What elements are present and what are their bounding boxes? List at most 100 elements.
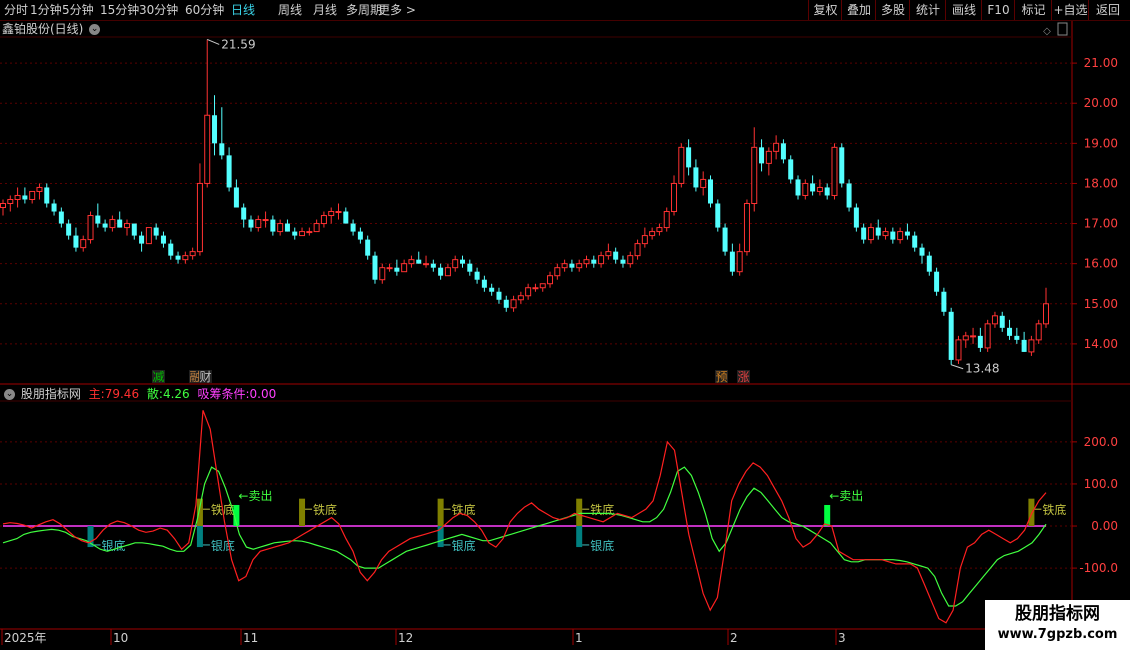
toolbar-action-6[interactable]: 标记: [1014, 0, 1052, 20]
candle-body-down: [350, 223, 356, 232]
candle-body-down: [693, 167, 699, 188]
candle-body-up: [255, 219, 262, 229]
price-tick-label: 16.00: [1084, 257, 1118, 271]
candle-body-down: [941, 291, 947, 312]
candle-body-up: [984, 323, 991, 349]
period-tab-4[interactable]: 30分钟: [139, 2, 178, 18]
candle-body-down: [102, 223, 108, 228]
period-tab-6[interactable]: 日线: [231, 2, 255, 18]
period-tab-5[interactable]: 60分钟: [185, 2, 224, 18]
candle-body-down: [372, 255, 378, 280]
candle-body-down: [394, 267, 400, 272]
candle-body-down: [51, 203, 57, 212]
candle-body-down: [926, 255, 932, 272]
candle-body-down: [1021, 339, 1027, 352]
candle-body-down: [795, 179, 801, 196]
candle-body-down: [284, 223, 290, 232]
candle-body-down: [139, 235, 145, 244]
candle-body-down: [160, 235, 166, 244]
absorb-label: 吸筹条件:: [197, 387, 250, 401]
date-label: 10: [113, 631, 128, 645]
candle-body-down: [481, 279, 487, 288]
indicator-tick-label: 0.00: [1091, 519, 1118, 533]
candle-body-down: [131, 223, 137, 236]
toolbar-action-0[interactable]: 复权: [808, 0, 842, 20]
candle-body-down: [467, 263, 473, 272]
candle-body-down: [912, 235, 918, 248]
candle-body-down: [66, 223, 72, 236]
low-pointer: [951, 364, 964, 370]
high-pointer: [207, 38, 220, 45]
period-tab-8[interactable]: 月线: [313, 2, 337, 18]
candle-body-up: [320, 215, 327, 225]
candle-body-up: [196, 182, 203, 253]
silver-bottom-bar: [196, 526, 203, 548]
candle-body-down: [226, 155, 232, 188]
candle-body-down: [233, 187, 239, 208]
candle-body-up: [262, 219, 269, 222]
candle-body-up: [765, 150, 772, 164]
candle-body-up: [649, 231, 656, 237]
toolbar-action-1[interactable]: 叠加: [841, 0, 876, 20]
sell-signal-label: ←卖出: [238, 489, 272, 503]
candle-body-up: [517, 295, 524, 301]
candle-body-up: [182, 255, 189, 261]
toolbar-action-8[interactable]: 返回: [1088, 0, 1127, 20]
candle-body-down: [153, 227, 159, 236]
toolbar-action-3[interactable]: 统计: [909, 0, 946, 20]
candle-body-down: [591, 259, 597, 264]
iron-bottom-bar: [437, 498, 444, 527]
chevron-down-icon[interactable]: ⌄: [4, 389, 15, 400]
date-label: 2: [730, 631, 738, 645]
candle-body-up: [736, 251, 743, 273]
candle-body-down: [948, 311, 954, 360]
watermark-title: 股朋指标网: [1015, 604, 1100, 624]
candle-body-down: [489, 287, 495, 292]
candle-body-up: [423, 263, 430, 266]
candle-body-up: [444, 267, 451, 277]
candle-body-down: [95, 215, 101, 224]
sell-signal-bar: [824, 504, 831, 527]
candle-body-up: [802, 182, 809, 196]
candle-body-up: [36, 186, 43, 192]
candle-body-up: [554, 267, 561, 277]
candle-body-up: [867, 227, 874, 241]
period-tab-2[interactable]: 5分钟: [62, 2, 94, 18]
candle-body-up: [335, 211, 342, 214]
candle-body-up: [379, 267, 386, 281]
period-tab-7[interactable]: 周线: [278, 2, 302, 18]
indicator-header: ⌄ 股朋指标网 主:79.46 散:4.26 吸筹条件:0.00: [4, 386, 276, 402]
period-tab-9[interactable]: 多周期: [346, 2, 382, 18]
candle-body-down: [846, 183, 852, 208]
candle-body-up: [1043, 303, 1049, 325]
candle-body-down: [175, 255, 181, 260]
candle-body-up: [598, 255, 605, 265]
chevron-down-icon[interactable]: ⌄: [89, 24, 101, 35]
candle-body-down: [58, 211, 64, 224]
silver-bottom-label: 银底: [452, 538, 476, 553]
candle-body-up: [583, 259, 590, 265]
toolbar-action-7[interactable]: +自选: [1051, 0, 1089, 20]
candle-body-up: [0, 203, 6, 209]
period-tab-1[interactable]: 1分钟: [30, 2, 62, 18]
candle-body-up: [80, 239, 87, 249]
toolbar-action-5[interactable]: F10: [981, 0, 1015, 20]
candle-body-down: [707, 179, 713, 204]
period-tab-0[interactable]: 分时: [4, 2, 28, 18]
candle-body-up: [401, 263, 408, 273]
candle-body-up: [627, 255, 634, 265]
iron-bottom-label: 铁底: [590, 502, 614, 517]
indicator-tick-label: -100.0: [1079, 561, 1118, 575]
iron-bottom-bar: [576, 498, 583, 527]
period-tab-3[interactable]: 15分钟: [100, 2, 139, 18]
period-tab-10[interactable]: 更多 >: [378, 2, 416, 18]
scrollbar-icon[interactable]: [1057, 22, 1068, 36]
toolbar-action-4[interactable]: 画线: [945, 0, 982, 20]
toolbar-action-2[interactable]: 多股: [875, 0, 910, 20]
candle-body-down: [474, 271, 480, 280]
candle-body-down: [365, 239, 371, 256]
candle-body-up: [386, 267, 393, 270]
candle-body-up: [561, 263, 568, 269]
candle-body-up: [525, 287, 532, 297]
retail-label: 散:: [146, 387, 163, 401]
